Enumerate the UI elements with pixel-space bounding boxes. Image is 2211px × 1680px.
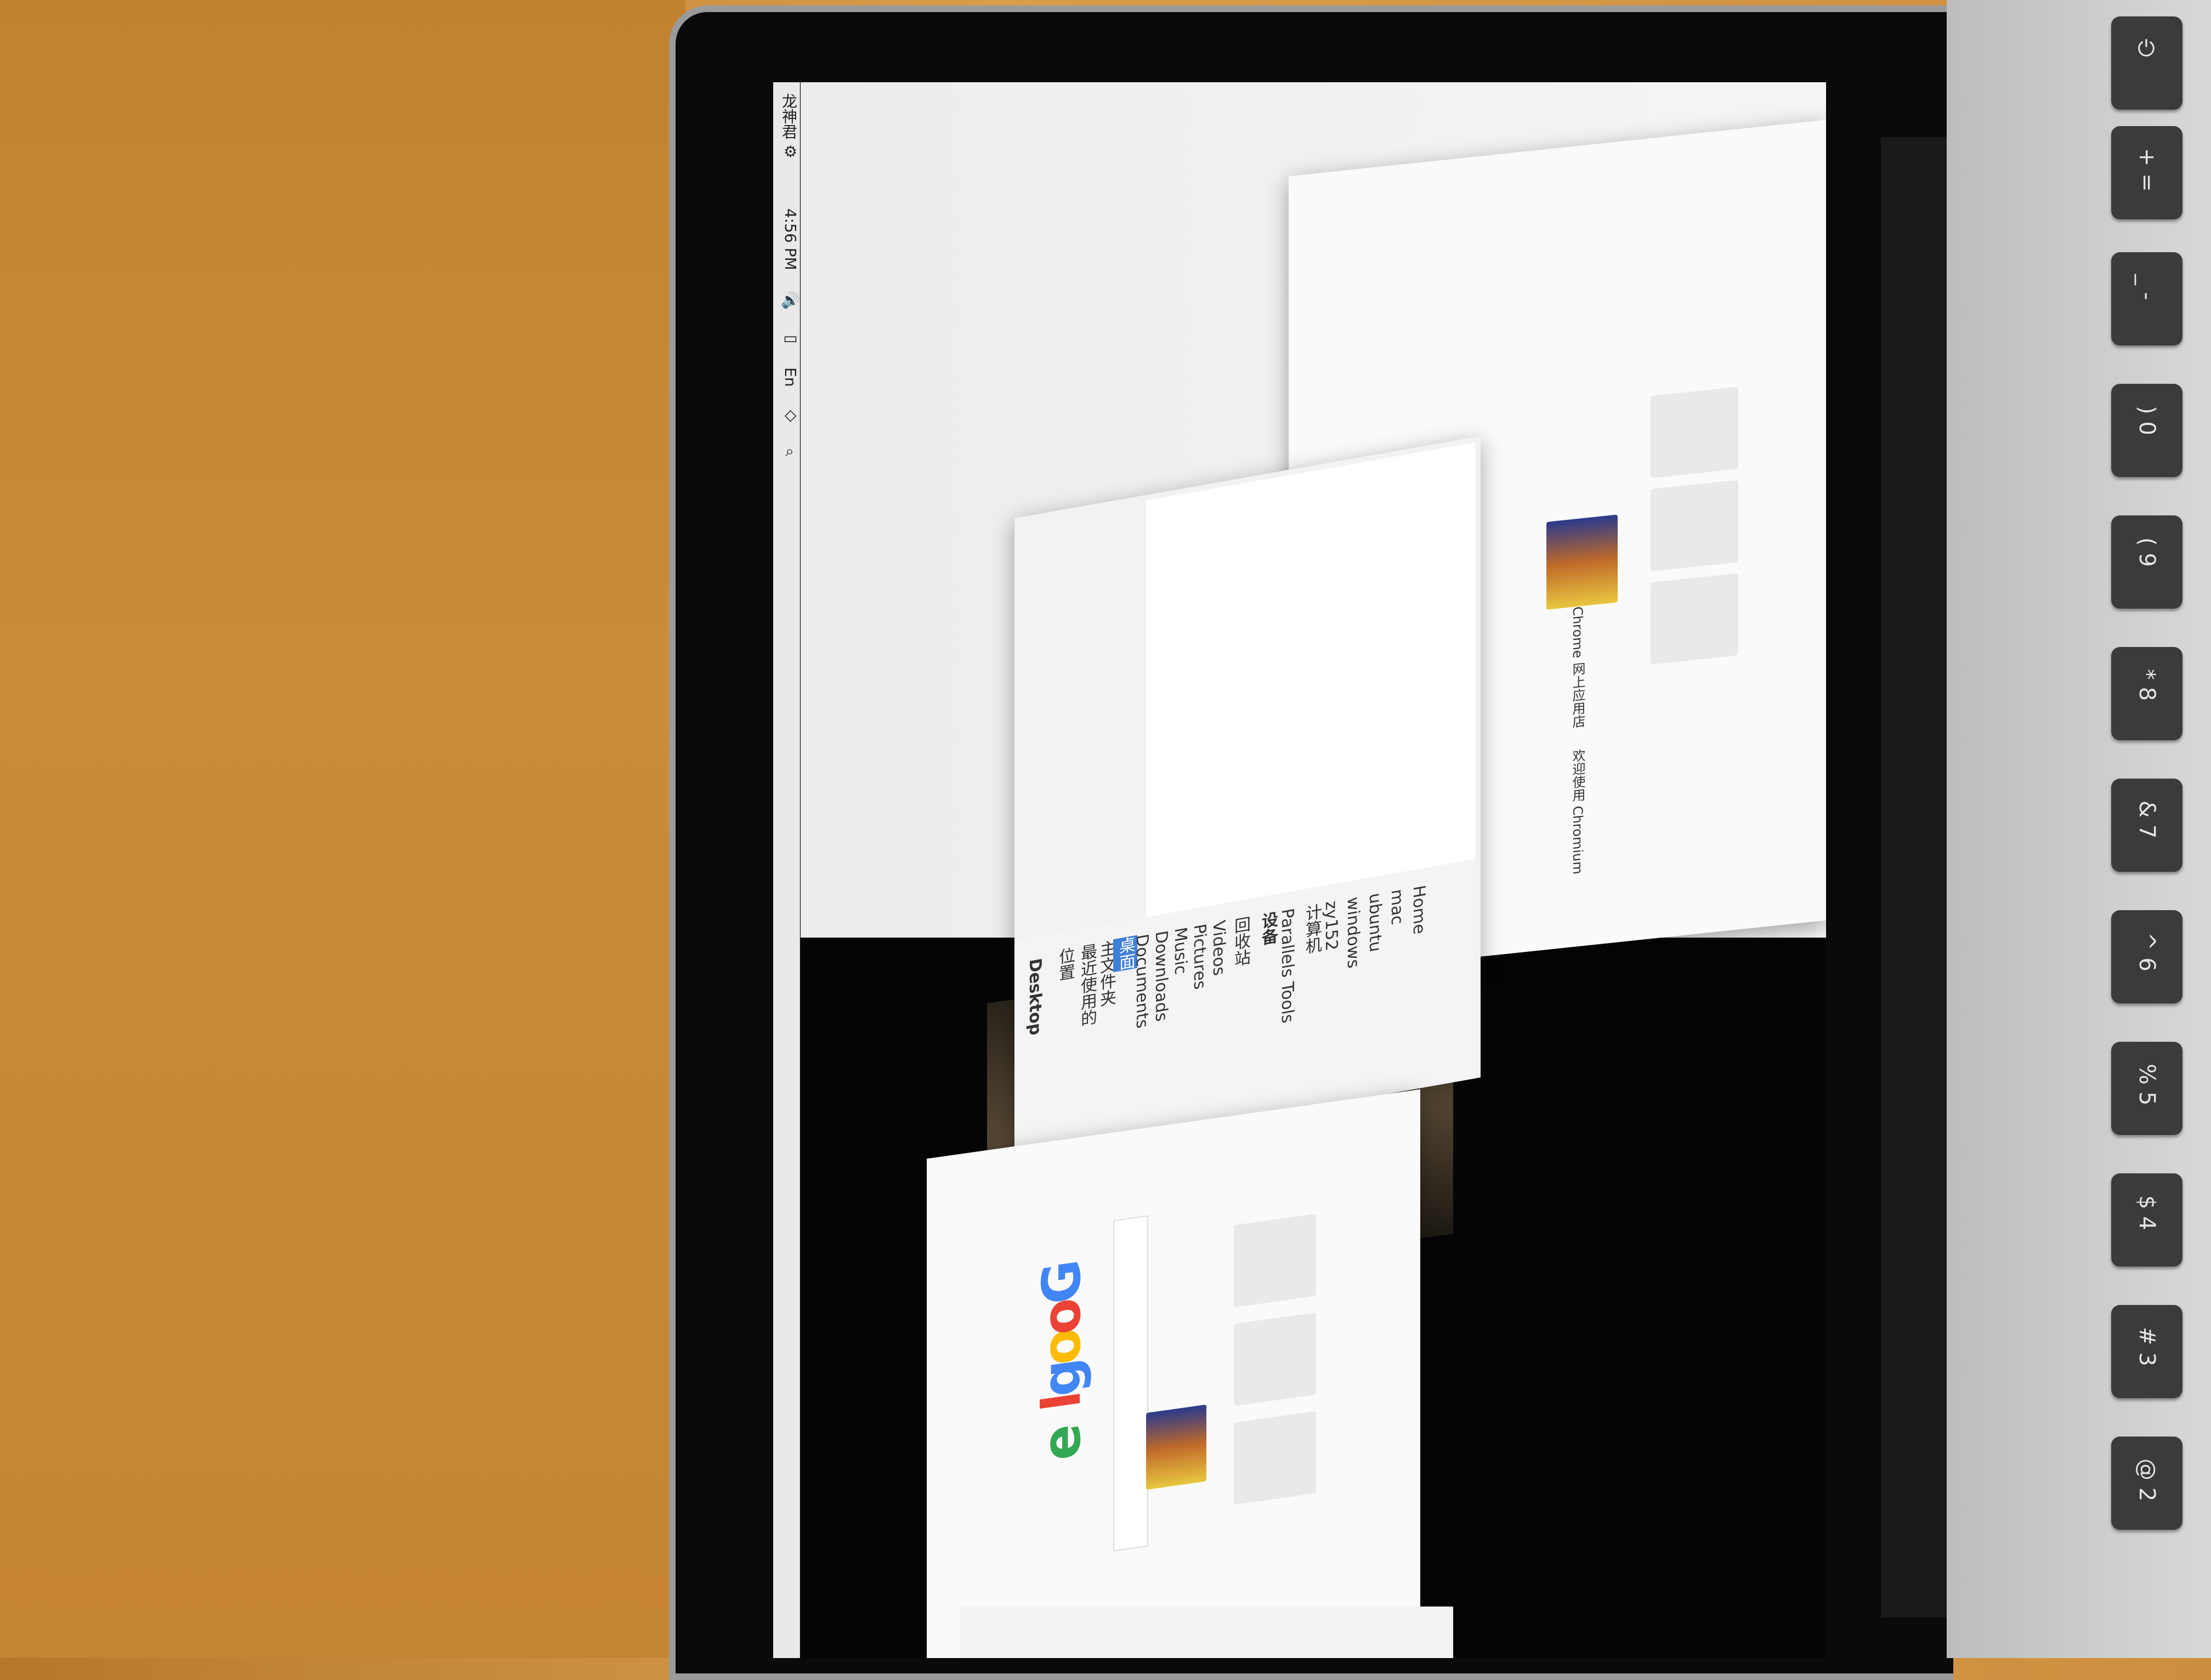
zero-key[interactable]: ) 0	[2111, 384, 2182, 477]
input-method[interactable]: En	[773, 367, 800, 387]
google-letter: e	[1031, 1420, 1092, 1465]
battery-icon[interactable]: ▭	[773, 329, 800, 347]
sidebar-device-ubuntu[interactable]: ubuntu	[1365, 892, 1385, 953]
places-header: 位置	[1056, 946, 1075, 983]
sidebar-device-parallels[interactable]: Parallels Tools	[1278, 907, 1297, 1025]
app-tile[interactable]	[1234, 1411, 1316, 1505]
app-tile[interactable]	[1651, 480, 1738, 572]
sidebar-device-zy152[interactable]: zy152	[1322, 899, 1341, 952]
sidebar-item-documents[interactable]: Documents	[1132, 933, 1152, 1030]
web-store-thumbnail[interactable]	[1146, 1404, 1206, 1490]
sidebar-item-music[interactable]: Music	[1171, 926, 1190, 977]
volume-icon[interactable]: 🔊	[773, 291, 800, 309]
app-tile[interactable]	[1651, 573, 1738, 665]
sidebar-device-computer[interactable]: 计算机	[1300, 902, 1324, 956]
sidebar-item-videos[interactable]: Videos	[1209, 919, 1228, 977]
sidebar-device-home[interactable]: Home	[1409, 884, 1428, 936]
sidebar-item-trash[interactable]: 回收站	[1228, 915, 1252, 968]
search-icon[interactable]: ⌕	[773, 444, 800, 459]
wall-background	[0, 0, 685, 1658]
two-key[interactable]: @ 2	[2111, 1437, 2182, 1530]
seven-key[interactable]: & 7	[2111, 779, 2182, 872]
keyboard: ⏻ + = _ - ) 0 ( 9 * 8 & 7 ^ 6 % 5 $ 4 # …	[1947, 0, 2211, 1658]
three-key[interactable]: # 3	[2111, 1305, 2182, 1398]
web-store-label[interactable]: Chrome 网上应用店	[1568, 605, 1588, 729]
chrome-window-front[interactable]: e l g o o G	[927, 1089, 1420, 1658]
wifi-icon[interactable]: ◇	[773, 406, 800, 424]
file-list-area[interactable]	[1146, 442, 1475, 917]
gear-icon[interactable]: ⚙	[773, 143, 800, 161]
power-key[interactable]: ⏻	[2111, 16, 2182, 110]
folder-title: Desktop	[1025, 957, 1045, 1037]
app-tile[interactable]	[1651, 387, 1738, 479]
clock[interactable]: 4:56 PM	[773, 208, 800, 270]
nine-key[interactable]: ( 9	[2111, 515, 2182, 609]
terminal-window-edge[interactable]	[960, 1607, 1453, 1658]
welcome-label[interactable]: 欢迎使用 Chromium	[1568, 748, 1588, 875]
menubar: 龙神君 ⚙ 4:56 PM 🔊 ▭ En ◇ ⌕	[773, 82, 800, 1658]
six-key[interactable]: ^ 6	[2111, 910, 2182, 1003]
five-key[interactable]: % 5	[2111, 1042, 2182, 1135]
sidebar-item-downloads[interactable]: Downloads	[1152, 929, 1171, 1023]
web-store-thumbnail[interactable]	[1546, 514, 1618, 610]
equals-key[interactable]: + =	[2111, 126, 2182, 219]
laptop-screen: 龙神君 ⚙ 4:56 PM 🔊 ▭ En ◇ ⌕ Chrome 网上应用店 欢迎…	[773, 82, 1826, 1658]
google-search-input[interactable]	[1113, 1215, 1148, 1552]
four-key[interactable]: $ 4	[2111, 1173, 2182, 1267]
google-letter: G	[1031, 1256, 1092, 1308]
minus-key[interactable]: _ -	[2111, 252, 2182, 345]
user-name[interactable]: 龙神君	[773, 93, 800, 139]
sidebar-device-windows[interactable]: windows	[1343, 895, 1363, 970]
sidebar-item-pictures[interactable]: Pictures	[1190, 922, 1209, 991]
devices-header: 设备	[1258, 910, 1278, 947]
eight-key[interactable]: * 8	[2111, 647, 2182, 740]
app-tile[interactable]	[1234, 1213, 1316, 1308]
file-manager-window[interactable]: Desktop 位置 最近使用的 主文件夹 桌面 Documents Downl…	[1014, 436, 1481, 1160]
app-tile[interactable]	[1234, 1312, 1316, 1406]
sidebar-device-mac[interactable]: mac	[1387, 888, 1407, 926]
